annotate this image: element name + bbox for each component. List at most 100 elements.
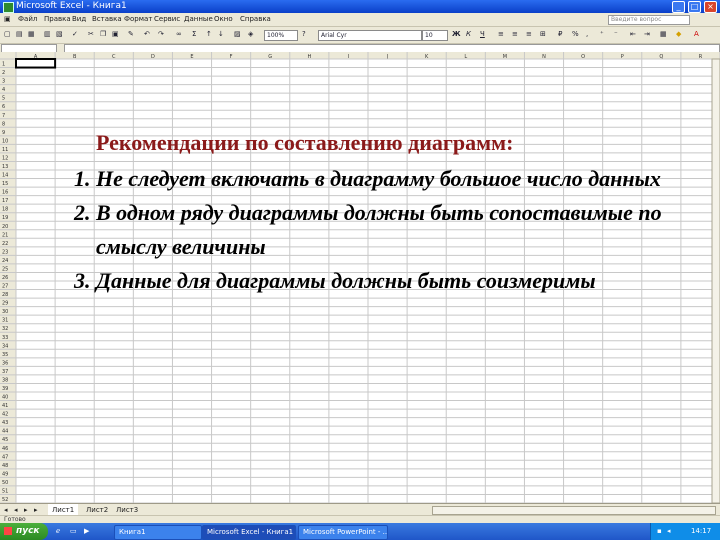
row-header[interactable]: 7 — [2, 113, 5, 119]
row-header[interactable]: 46 — [2, 446, 8, 452]
increase-indent-icon[interactable]: ⇥ — [644, 30, 653, 39]
row-header[interactable]: 30 — [2, 309, 8, 315]
row-header[interactable]: 15 — [2, 181, 8, 187]
row-header[interactable]: 16 — [2, 190, 8, 196]
zoom-select[interactable]: 100% — [264, 30, 298, 41]
bold-icon[interactable]: Ж — [452, 30, 461, 39]
row-header[interactable]: 1 — [2, 62, 5, 68]
underline-icon[interactable]: Ч — [480, 30, 489, 39]
row-header[interactable]: 17 — [2, 198, 8, 204]
row-header[interactable]: 50 — [2, 480, 8, 486]
row-header[interactable]: 28 — [2, 292, 8, 298]
row-header[interactable]: 25 — [2, 266, 8, 272]
menu-insert[interactable]: Вставка — [92, 13, 122, 26]
row-header[interactable]: 47 — [2, 454, 8, 460]
open-icon[interactable]: ▤ — [16, 30, 25, 39]
row-header[interactable]: 31 — [2, 318, 8, 324]
row-header[interactable]: 6 — [2, 104, 5, 110]
decrease-decimal-icon[interactable]: ⁻ — [614, 30, 623, 39]
row-header[interactable]: 43 — [2, 420, 8, 426]
fill-color-icon[interactable]: ◆ — [676, 30, 685, 39]
cut-icon[interactable]: ✂ — [88, 30, 97, 39]
font-color-icon[interactable]: A — [694, 30, 703, 39]
sort-asc-icon[interactable]: ↑ — [206, 30, 215, 39]
row-header[interactable]: 18 — [2, 207, 8, 213]
quicklaunch-desktop-icon[interactable]: ▭ — [70, 527, 77, 535]
menu-format[interactable]: Формат — [124, 13, 152, 26]
row-header[interactable]: 29 — [2, 301, 8, 307]
row-header[interactable]: 41 — [2, 403, 8, 409]
font-name-select[interactable]: Arial Cyr — [318, 30, 422, 41]
row-header[interactable]: 11 — [2, 147, 8, 153]
minimize-button[interactable]: _ — [672, 1, 685, 13]
copy-icon[interactable]: ❐ — [100, 30, 109, 39]
preview-icon[interactable]: ▧ — [56, 30, 65, 39]
row-header[interactable]: 49 — [2, 471, 8, 477]
help-icon[interactable]: ? — [302, 30, 311, 39]
quicklaunch-media-icon[interactable]: ▶ — [84, 527, 89, 535]
thousands-icon[interactable]: , — [586, 30, 595, 39]
currency-icon[interactable]: ₽ — [558, 30, 567, 39]
menu-window[interactable]: Окно — [214, 13, 233, 26]
row-header[interactable]: 34 — [2, 343, 8, 349]
menu-data[interactable]: Данные — [184, 13, 213, 26]
row-header[interactable]: 20 — [2, 224, 8, 230]
align-left-icon[interactable]: ≡ — [498, 30, 507, 39]
row-header[interactable]: 51 — [2, 488, 8, 494]
redo-icon[interactable]: ↷ — [158, 30, 167, 39]
row-header[interactable]: 21 — [2, 232, 8, 238]
row-header[interactable]: 19 — [2, 215, 8, 221]
sort-desc-icon[interactable]: ↓ — [218, 30, 227, 39]
row-header[interactable]: 45 — [2, 437, 8, 443]
row-header[interactable]: 36 — [2, 360, 8, 366]
row-header[interactable]: 26 — [2, 275, 8, 281]
volume-icon[interactable]: ◂ — [667, 523, 671, 540]
active-cell[interactable] — [15, 58, 57, 69]
row-header[interactable]: 38 — [2, 377, 8, 383]
row-header[interactable]: 42 — [2, 412, 8, 418]
row-header[interactable]: 10 — [2, 138, 8, 144]
row-header[interactable]: 37 — [2, 369, 8, 375]
row-header[interactable]: 48 — [2, 463, 8, 469]
percent-icon[interactable]: % — [572, 30, 581, 39]
maximize-button[interactable]: □ — [688, 1, 701, 13]
increase-decimal-icon[interactable]: ⁺ — [600, 30, 609, 39]
taskbar-item[interactable]: Microsoft PowerPoint - ... — [298, 525, 388, 540]
row-header[interactable]: 22 — [2, 241, 8, 247]
row-header[interactable]: 23 — [2, 249, 8, 255]
new-icon[interactable]: ▢ — [4, 30, 13, 39]
row-header[interactable]: 8 — [2, 121, 5, 127]
quicklaunch-ie-icon[interactable]: ℯ — [56, 527, 60, 535]
menu-icon[interactable]: ▣ — [4, 13, 11, 26]
row-header[interactable]: 9 — [2, 130, 5, 136]
network-icon[interactable]: ▪ — [657, 523, 662, 540]
vertical-scrollbar[interactable] — [711, 58, 720, 503]
menu-edit[interactable]: Правка — [44, 13, 71, 26]
drawing-icon[interactable]: ◈ — [248, 30, 257, 39]
menu-tools[interactable]: Сервис — [154, 13, 180, 26]
autosum-icon[interactable]: Σ — [192, 30, 201, 39]
undo-icon[interactable]: ↶ — [144, 30, 153, 39]
row-header[interactable]: 40 — [2, 395, 8, 401]
row-header[interactable]: 27 — [2, 284, 8, 290]
row-header[interactable]: 5 — [2, 96, 5, 102]
format-painter-icon[interactable]: ✎ — [128, 30, 137, 39]
row-header[interactable]: 32 — [2, 326, 8, 332]
horizontal-scrollbar[interactable] — [432, 506, 716, 515]
align-center-icon[interactable]: ≡ — [512, 30, 521, 39]
decrease-indent-icon[interactable]: ⇤ — [630, 30, 639, 39]
merge-center-icon[interactable]: ⊞ — [540, 30, 549, 39]
menu-file[interactable]: Файл — [18, 13, 37, 26]
italic-icon[interactable]: К — [466, 30, 475, 39]
taskbar-item[interactable]: Книга1 — [114, 525, 202, 540]
borders-icon[interactable]: ▦ — [660, 30, 669, 39]
print-icon[interactable]: ▥ — [44, 30, 53, 39]
row-header[interactable]: 13 — [2, 164, 8, 170]
row-header[interactable]: 24 — [2, 258, 8, 264]
row-header[interactable]: 3 — [2, 79, 5, 85]
row-header[interactable]: 4 — [2, 87, 5, 93]
chart-wizard-icon[interactable]: ▨ — [234, 30, 243, 39]
paste-icon[interactable]: ▣ — [112, 30, 121, 39]
font-size-select[interactable]: 10 — [422, 30, 448, 41]
spelling-icon[interactable]: ✓ — [72, 30, 81, 39]
